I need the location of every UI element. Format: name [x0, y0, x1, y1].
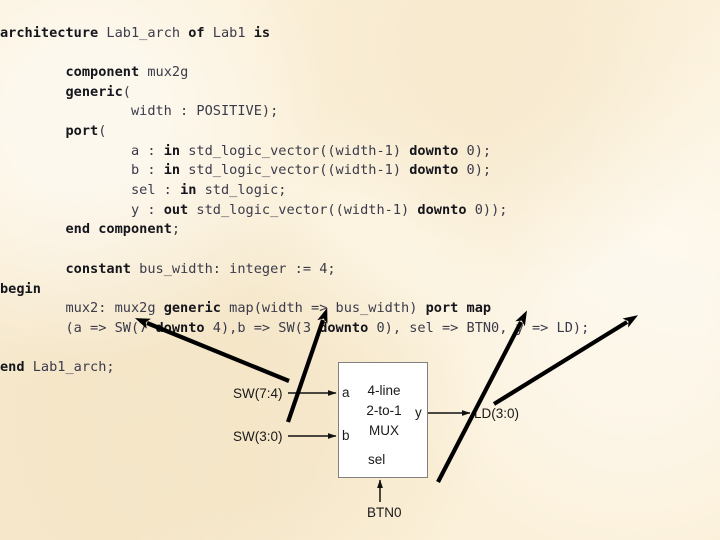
mux-port-y-label: y [415, 405, 422, 420]
code-line-3: generic( [0, 83, 720, 103]
signal-label-ld: LD(3:0) [474, 406, 520, 421]
code-keyword: out [163, 201, 189, 218]
code-line-15: (a => SW(7 downto 4),b => SW(3 downto 0)… [0, 319, 720, 339]
vhdl-code-block: architecture Lab1_arch of Lab1 is compon… [0, 14, 720, 378]
code-text: y : [0, 201, 164, 218]
code-text: (a => SW(7 [0, 319, 156, 336]
signal-label-btn: BTN0 [367, 505, 402, 520]
code-line-12: constant bus_width: integer := 4; [0, 260, 720, 280]
code-text: Lab1_arch [98, 24, 189, 41]
code-text: mux2: mux2g [0, 300, 164, 317]
code-text: std_logic_vector((width-1) [180, 162, 410, 179]
mux-port-a-label: a [342, 385, 350, 400]
signal-label-sw-low: SW(3:0) [233, 429, 283, 444]
code-keyword: constant [65, 260, 131, 277]
code-text: mux2g [139, 63, 189, 80]
slide-canvas: architecture Lab1_arch of Lab1 is compon… [0, 0, 720, 540]
code-text: ; [171, 221, 181, 238]
code-text: a : [0, 142, 164, 159]
code-text: Lab1_arch; [24, 359, 115, 376]
code-line-2: component mux2g [0, 63, 720, 83]
code-line-13: begin [0, 280, 720, 300]
code-text: sel : [0, 182, 181, 199]
mux-title-line-3: MUX [369, 423, 399, 438]
code-text: ( [122, 83, 131, 100]
code-line-14: mux2: mux2g generic map(width => bus_wid… [0, 299, 720, 319]
code-text: 0)); [466, 201, 508, 218]
code-keyword: downto [409, 162, 459, 179]
mux-port-b-label: b [342, 428, 350, 443]
code-keyword: in [180, 182, 197, 199]
mux-title-line-2: 2-to-1 [366, 403, 402, 418]
code-keyword: architecture [0, 24, 99, 41]
code-keyword: downto [409, 142, 459, 159]
code-keyword: generic [65, 83, 123, 100]
code-keyword: is [253, 24, 271, 41]
code-text: 0); [458, 142, 492, 159]
code-keyword: end component [65, 221, 172, 238]
code-keyword: in [163, 142, 181, 159]
code-keyword: port map [425, 300, 492, 317]
code-text: width : POSITIVE); [0, 103, 279, 120]
code-line-0: architecture Lab1_arch of Lab1 is [0, 24, 720, 44]
code-keyword: of [188, 24, 205, 41]
code-text: map(width => bus_width) [220, 300, 426, 317]
code-line-8: sel : in std_logic; [0, 181, 720, 201]
code-line-10: end component; [0, 220, 720, 240]
mux-port-sel-label: sel [368, 452, 386, 467]
code-keyword: end [0, 359, 25, 376]
code-text: ( [98, 123, 107, 140]
code-line-6: a : in std_logic_vector((width-1) downto… [0, 142, 720, 162]
code-line-4: width : POSITIVE); [0, 102, 720, 122]
code-line-7: b : in std_logic_vector((width-1) downto… [0, 161, 720, 181]
code-line-9: y : out std_logic_vector((width-1) downt… [0, 201, 720, 221]
code-text: 0), sel => BTN0, y => LD); [368, 319, 590, 336]
code-keyword: downto [417, 201, 467, 218]
code-keyword: port [65, 123, 99, 140]
mux-title-line-1: 4-line [367, 383, 401, 398]
code-text: 4),b => SW(3 [204, 319, 320, 336]
code-keyword: in [163, 162, 181, 179]
code-keyword: downto [155, 319, 205, 336]
code-text: std_logic_vector((width-1) [180, 142, 410, 159]
signal-label-sw-high: SW(7:4) [233, 386, 283, 401]
code-text: bus_width: integer := 4; [130, 260, 336, 277]
code-text: Lab1 [204, 24, 254, 41]
code-keyword: generic [163, 300, 221, 317]
code-line-5: port( [0, 122, 720, 142]
code-text: std_logic_vector((width-1) [188, 201, 418, 218]
code-keyword: downto [319, 319, 369, 336]
code-keyword: component [65, 63, 140, 80]
code-text: std_logic; [196, 182, 287, 199]
code-text: b : [0, 162, 164, 179]
code-keyword: begin [0, 280, 41, 297]
code-text: 0); [458, 162, 492, 179]
